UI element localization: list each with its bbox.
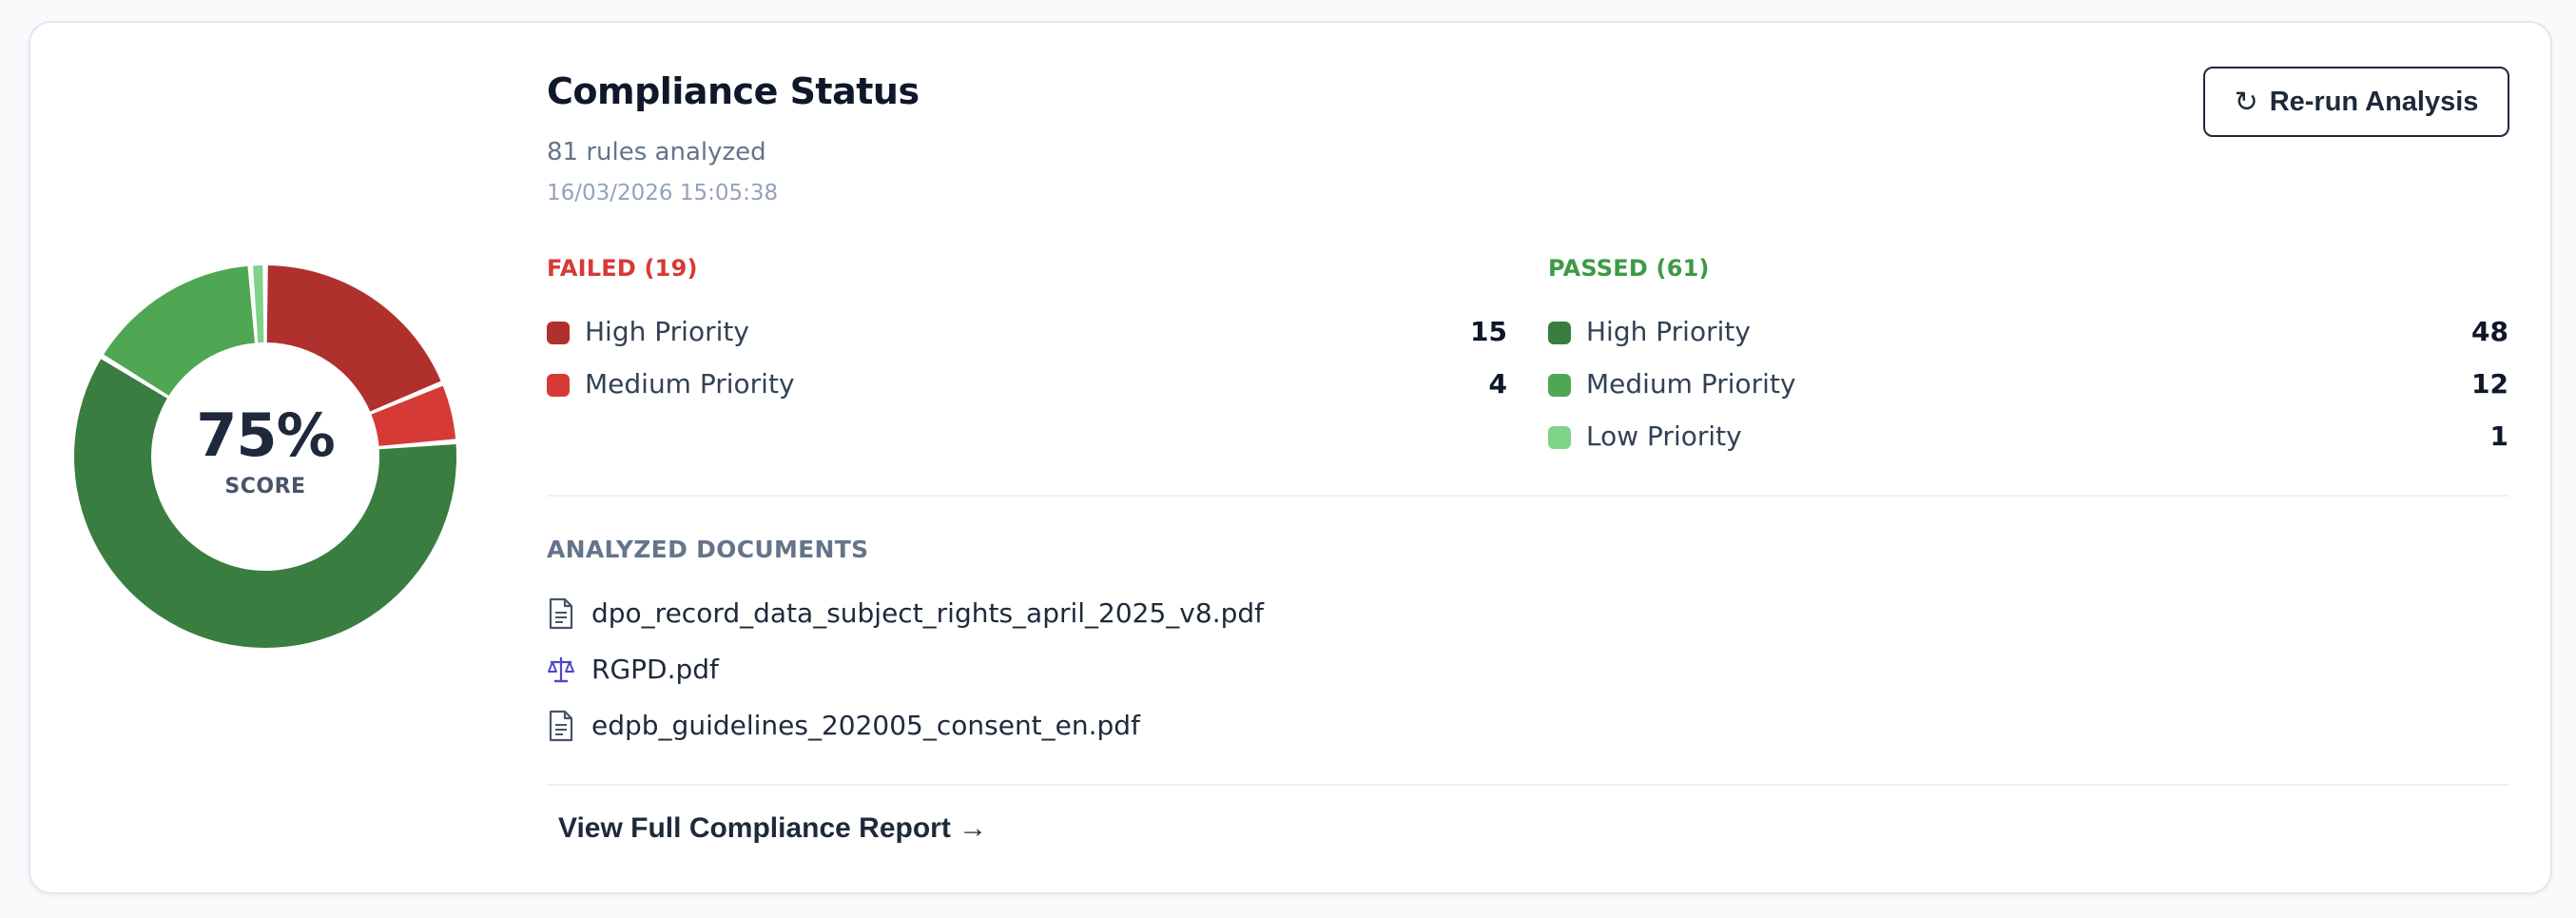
section-divider [547,784,2509,786]
status-content: Compliance Status 81 rules analyzed 16/0… [547,23,2550,892]
passed-medium-swatch [1548,374,1571,397]
priority-count: 1 [2489,420,2508,452]
failed-medium-priority-row: Medium Priority 4 [547,361,1507,413]
failed-medium-swatch [547,374,570,397]
scales-icon [548,657,574,683]
failed-high-priority-row: High Priority 15 [547,308,1507,361]
score-value: 75% [196,400,335,470]
passed-high-swatch [1548,322,1571,344]
rerun-analysis-button[interactable]: ↻ Re-run Analysis [2203,67,2509,137]
rules-analyzed-count: 81 rules analyzed [547,138,766,166]
passed-priority-list: High Priority 48 Medium Priority 12 Low … [1548,308,2508,465]
failed-group-label: FAILED (19) [547,255,698,282]
priority-label: Low Priority [1586,420,1742,452]
priority-label: High Priority [1586,316,1751,347]
passed-group-label: PASSED (61) [1548,255,1710,282]
donut-center: 75% SCORE [74,265,456,648]
priority-label: Medium Priority [585,368,795,400]
page-title: Compliance Status [547,70,920,112]
score-donut-chart: 75% SCORE [74,265,456,648]
compliance-status-card: 75% SCORE Compliance Status 81 rules ana… [29,21,2552,894]
analysis-timestamp: 16/03/2026 15:05:38 [547,181,779,205]
document-name: edpb_guidelines_202005_consent_en.pdf [591,710,1140,741]
priority-count: 48 [2471,316,2508,347]
priority-label: Medium Priority [1586,368,1796,400]
document-icon [549,597,573,630]
refresh-icon: ↻ [2234,86,2258,118]
section-divider [547,495,2509,497]
passed-low-priority-row: Low Priority 1 [1548,413,2508,465]
document-name: dpo_record_data_subject_rights_april_202… [591,597,1264,629]
document-icon [549,710,573,742]
analyzed-documents-heading: ANALYZED DOCUMENTS [547,536,869,563]
priority-count: 12 [2471,368,2508,400]
priority-label: High Priority [585,316,749,347]
priority-count: 4 [1488,368,1507,400]
failed-high-swatch [547,322,570,344]
view-full-report-link[interactable]: View Full Compliance Report → [558,812,987,845]
score-label: SCORE [224,474,306,498]
document-name: RGPD.pdf [591,654,719,685]
passed-low-swatch [1548,426,1571,449]
passed-high-priority-row: High Priority 48 [1548,308,2508,361]
passed-medium-priority-row: Medium Priority 12 [1548,361,2508,413]
priority-count: 15 [1470,316,1507,347]
failed-priority-list: High Priority 15 Medium Priority 4 [547,308,1507,413]
rerun-analysis-label: Re-run Analysis [2269,86,2479,117]
